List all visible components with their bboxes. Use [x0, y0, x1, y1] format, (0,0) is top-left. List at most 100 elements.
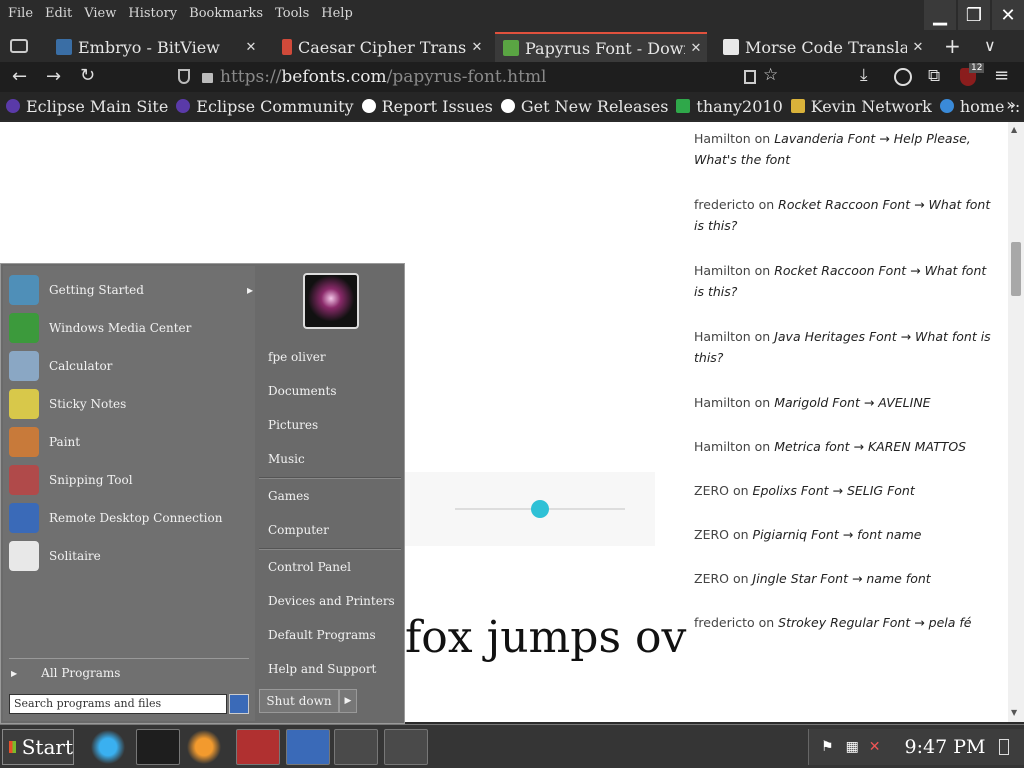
start-right-item[interactable]: Documents — [268, 384, 336, 398]
remote-desktop-icon — [9, 503, 39, 533]
start-right-item[interactable]: fpe oliver — [268, 350, 326, 364]
comment-author[interactable]: fredericto — [694, 615, 755, 630]
restore-button[interactable]: ❐ — [958, 0, 990, 30]
close-button[interactable]: ✕ — [992, 0, 1024, 30]
comment-author[interactable]: Hamilton — [694, 439, 751, 454]
scroll-thumb[interactable] — [1011, 242, 1021, 296]
comment-author[interactable]: Hamilton — [694, 263, 751, 278]
start-right-item[interactable]: Help and Support — [268, 662, 376, 676]
start-right-item[interactable]: Music — [268, 452, 305, 466]
menu-edit[interactable]: Edit — [45, 6, 72, 21]
menu-history[interactable]: History — [128, 6, 177, 21]
start-program-item[interactable]: Sticky Notes — [9, 387, 253, 421]
bookmark-report-issues[interactable]: Report Issues — [361, 97, 493, 116]
paint-taskbar-icon[interactable] — [384, 729, 428, 765]
menu-view[interactable]: View — [84, 6, 116, 21]
comment-link[interactable]: Metrica font → KAREN MATTOS — [774, 439, 966, 454]
start-program-item[interactable]: Calculator — [9, 349, 253, 383]
start-program-item[interactable]: Remote Desktop Connection — [9, 501, 253, 535]
menu-help[interactable]: Help — [321, 6, 353, 21]
scroll-down-icon[interactable]: ▼ — [1011, 708, 1017, 717]
bookmark-eclipse-community[interactable]: Eclipse Community — [176, 97, 354, 116]
shutdown-options-arrow-icon[interactable]: ▶ — [339, 689, 357, 713]
slider-track[interactable] — [405, 472, 655, 546]
comment-author[interactable]: ZERO — [694, 483, 729, 498]
scroll-up-icon[interactable]: ▲ — [1011, 125, 1017, 134]
bookmarks-overflow-icon[interactable]: » — [1006, 95, 1016, 114]
app-taskbar-icon[interactable] — [236, 729, 280, 765]
tab-list-button[interactable]: ∨ — [984, 36, 996, 55]
start-program-item[interactable]: Getting Started ▸ — [9, 273, 253, 307]
menu-tools[interactable]: Tools — [275, 6, 309, 21]
account-icon[interactable] — [894, 68, 912, 86]
start-program-item[interactable]: Snipping Tool — [9, 463, 253, 497]
remote-desktop-taskbar-icon[interactable] — [286, 729, 330, 765]
start-program-item[interactable]: Solitaire — [9, 539, 253, 573]
clock[interactable]: 9:47 PM — [905, 736, 986, 758]
start-program-item[interactable]: Windows Media Center — [9, 311, 253, 345]
vlc-icon[interactable] — [182, 729, 226, 765]
slider-thumb[interactable] — [531, 500, 549, 518]
bookmark-kevin-network[interactable]: Kevin Network — [790, 97, 932, 116]
reload-icon[interactable]: ↻ — [80, 65, 95, 86]
user-avatar[interactable] — [303, 273, 359, 329]
new-tab-button[interactable]: + — [944, 34, 961, 58]
start-right-item[interactable]: Devices and Printers — [268, 594, 395, 608]
search-icon[interactable] — [229, 694, 249, 714]
close-icon[interactable]: ✕ — [907, 40, 929, 55]
close-icon[interactable]: ✕ — [685, 41, 707, 56]
page-scrollbar[interactable]: ▲ ▼ — [1008, 122, 1024, 722]
comment-author[interactable]: Hamilton — [694, 131, 751, 146]
internet-explorer-icon[interactable] — [86, 729, 130, 765]
menu-file[interactable]: File — [8, 6, 33, 21]
tab-morse-code[interactable]: Morse Code Translato ✕ — [715, 32, 929, 62]
tab-bitview[interactable]: Embryo - BitView ✕ — [48, 32, 262, 62]
media-player-taskbar-icon[interactable] — [136, 729, 180, 765]
shutdown-button[interactable]: Shut down — [259, 689, 339, 713]
minimize-button[interactable]: ▁ — [924, 0, 956, 30]
comment-author[interactable]: Hamilton — [694, 395, 751, 410]
extensions-icon[interactable]: ⧉ — [928, 66, 940, 86]
bookmark-eclipse-main[interactable]: Eclipse Main Site — [6, 97, 168, 116]
comment-link[interactable]: Pigiarniq Font → font name — [753, 527, 922, 542]
comment-author[interactable]: ZERO — [694, 527, 729, 542]
comment-link[interactable]: Marigold Font → AVELINE — [774, 395, 930, 410]
download-icon[interactable]: ⤓ — [860, 65, 868, 85]
menu-bookmarks[interactable]: Bookmarks — [189, 6, 263, 21]
start-search-box[interactable]: Search programs and files — [9, 694, 227, 714]
network-icon[interactable]: ▦ — [846, 739, 859, 755]
comment-link[interactable]: Jingle Star Font → name font — [753, 571, 931, 586]
comment-link[interactable]: Strokey Regular Font → pela fé — [778, 615, 971, 630]
tab-overview-icon[interactable] — [10, 39, 28, 53]
flag-icon[interactable]: ⚑ — [821, 739, 834, 755]
comment-author[interactable]: fredericto — [694, 197, 755, 212]
close-icon[interactable]: ✕ — [240, 40, 262, 55]
bookmark-star-icon[interactable]: ☆ — [763, 65, 778, 85]
start-right-item[interactable]: Pictures — [268, 418, 318, 432]
comment-author[interactable]: Hamilton — [694, 329, 751, 344]
close-icon[interactable]: ✕ — [466, 40, 488, 55]
shield-icon[interactable] — [178, 69, 190, 84]
bookmark-thany2010[interactable]: thany2010 — [676, 97, 783, 116]
start-right-item[interactable]: Games — [268, 489, 309, 503]
url-bar[interactable]: https://befonts.com/papyrus-font.html — [220, 64, 740, 90]
hamburger-menu-icon[interactable]: ≡ — [994, 65, 1009, 86]
all-programs[interactable]: ▶ All Programs — [11, 666, 120, 680]
volume-muted-icon[interactable]: ✕ — [869, 739, 881, 755]
tab-papyrus-font[interactable]: Papyrus Font - Downlo ✕ — [495, 32, 707, 62]
reader-view-icon[interactable] — [744, 70, 756, 84]
comment-author[interactable]: ZERO — [694, 571, 729, 586]
start-right-item[interactable]: Control Panel — [268, 560, 351, 574]
start-right-item[interactable]: Default Programs — [268, 628, 376, 642]
start-button[interactable]: Start — [2, 729, 74, 765]
forward-icon[interactable]: → — [46, 66, 61, 87]
start-program-label: Paint — [49, 435, 81, 449]
start-program-item[interactable]: Paint — [9, 425, 253, 459]
bookmark-get-new-releases[interactable]: Get New Releases — [500, 97, 668, 116]
snipping-taskbar-icon[interactable] — [334, 729, 378, 765]
comment-link[interactable]: Epolixs Font → SELIG Font — [753, 483, 915, 498]
tab-caesar-cipher[interactable]: Caesar Cipher Transla ✕ — [274, 32, 488, 62]
start-right-item[interactable]: Computer — [268, 523, 329, 537]
back-icon[interactable]: ← — [12, 66, 27, 87]
show-desktop-icon[interactable] — [999, 739, 1010, 755]
